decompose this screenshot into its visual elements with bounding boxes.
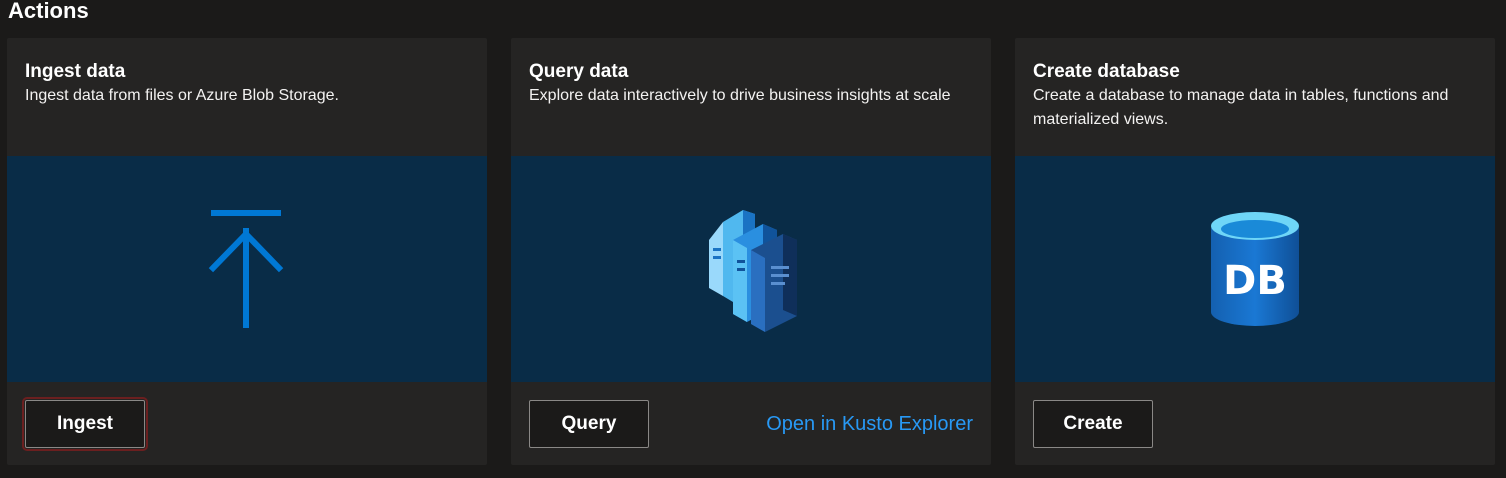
card-header: Ingest data Ingest data from files or Az… [25, 60, 469, 108]
database-icon: DB [1211, 212, 1299, 326]
database-icon-label: DB [1223, 258, 1287, 304]
query-data-card: Query data Explore data interactively to… [511, 38, 991, 465]
card-title: Query data [529, 61, 629, 82]
card-header: Query data Explore data interactively to… [529, 60, 973, 108]
open-in-kusto-explorer-link[interactable]: Open in Kusto Explorer [766, 412, 973, 436]
ingest-data-card: Ingest data Ingest data from files or Az… [7, 38, 487, 465]
section-title: Actions [8, 0, 89, 23]
query-documents-icon [709, 210, 797, 332]
create-button[interactable]: Create [1033, 400, 1153, 448]
card-description: Ingest data from files or Azure Blob Sto… [25, 87, 339, 104]
card-description: Create a database to manage data in tabl… [1033, 87, 1449, 128]
card-illustration: DB [1015, 156, 1495, 382]
card-description: Explore data interactively to drive busi… [529, 87, 951, 104]
card-illustration [7, 156, 487, 382]
ingest-button[interactable]: Ingest [22, 397, 148, 451]
card-title: Create database [1033, 61, 1180, 82]
create-database-card: Create database Create a database to man… [1015, 38, 1495, 465]
card-title: Ingest data [25, 61, 126, 82]
card-header: Create database Create a database to man… [1033, 60, 1477, 132]
upload-arrow-icon [208, 210, 284, 328]
card-illustration [511, 156, 991, 382]
query-button[interactable]: Query [529, 400, 649, 448]
